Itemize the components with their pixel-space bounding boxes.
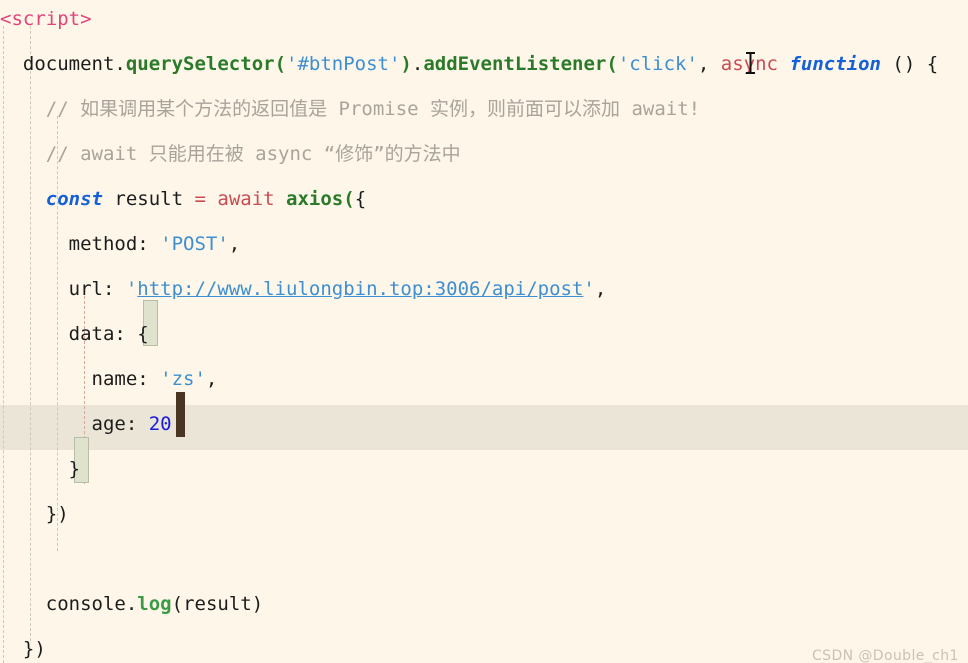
code-line-2[interactable]: document.querySelector('#btnPost').addEv… [0,42,968,87]
token-2-9: ( [606,53,618,75]
code-line-6[interactable]: method: 'POST', [0,222,968,267]
token-6-3: , [228,233,241,255]
token-5-8: ( [343,188,355,210]
token-7-5: , [594,278,607,300]
token-2-12: async [720,53,778,75]
token-2-14: function [789,53,881,75]
code-line-9[interactable]: name: 'zs', [0,357,968,402]
code-line-7[interactable]: url: 'http://www.liulongbin.top:3006/api… [0,267,968,312]
token-5-9: { [354,188,367,210]
code-line-13[interactable] [0,537,968,582]
token-2-8: addEventListener [423,53,607,75]
token-1-0: <script> [0,8,92,30]
token-7-3: http://www.liulongbin.top:3006/api/post [137,278,584,300]
token-3-1: // 如果调用某个方法的返回值是 Promise 实例，则前面可以添加 awai… [45,98,701,120]
token-10-1: age: [91,413,149,435]
token-2-13 [778,53,789,75]
token-7-1: url: [68,278,126,300]
code-line-11[interactable]: } [0,447,968,492]
token-2-1: document [22,53,115,75]
token-2-15: () { [880,53,939,75]
token-15-1: }) [22,638,46,660]
token-14-4: (result) [171,593,264,615]
code-line-4[interactable]: // await 只能用在被 async “修饰”的方法中 [0,132,968,177]
code-line-12[interactable]: }) [0,492,968,537]
code-line-8[interactable]: data: { [0,312,968,357]
token-9-2: 'zs' [160,368,206,390]
token-7-4: ' [583,278,595,300]
token-11-1: } [68,458,81,480]
token-5-2: result [102,188,195,210]
token-5-4 [206,188,217,210]
token-5-5: await [217,188,275,210]
token-5-1: const [45,188,103,210]
token-2-3: querySelector [125,53,275,75]
token-2-6: ) [400,53,412,75]
token-2-7: . [411,53,424,75]
token-2-2: . [114,53,126,75]
token-14-2: . [125,593,138,615]
token-14-1: console [45,593,126,615]
watermark-text: CSDN @Double_ch1 [812,648,959,663]
token-12-1: }) [45,503,69,525]
code-line-5[interactable]: const result = await axios({ [0,177,968,222]
token-5-6 [275,188,286,210]
code-editor[interactable]: <script> document.querySelector('#btnPos… [0,0,968,663]
token-10-2: 20 [148,413,172,435]
token-9-3: , [205,368,218,390]
code-line-1[interactable]: <script> [0,0,968,42]
code-line-10[interactable]: age: 20 [0,402,968,447]
token-9-1: name: [91,368,161,390]
token-7-2: ' [125,278,138,300]
code-line-14[interactable]: console.log(result) [0,582,968,627]
token-2-10: 'click' [617,53,698,75]
token-6-2: 'POST' [160,233,229,255]
token-5-7: axios [286,188,344,210]
token-8-2: { [137,323,149,345]
code-line-3[interactable]: // 如果调用某个方法的返回值是 Promise 实例，则前面可以添加 awai… [0,87,968,132]
token-8-1: data: [68,323,138,345]
token-2-4: ( [274,53,287,75]
token-14-3: log [137,593,172,615]
token-6-1: method: [68,233,161,255]
token-2-11: , [697,53,721,75]
text-caret [176,392,185,437]
token-2-5: '#btnPost' [286,53,401,75]
token-4-1: // await 只能用在被 async “修饰”的方法中 [45,143,461,165]
token-5-3: = [194,188,206,210]
